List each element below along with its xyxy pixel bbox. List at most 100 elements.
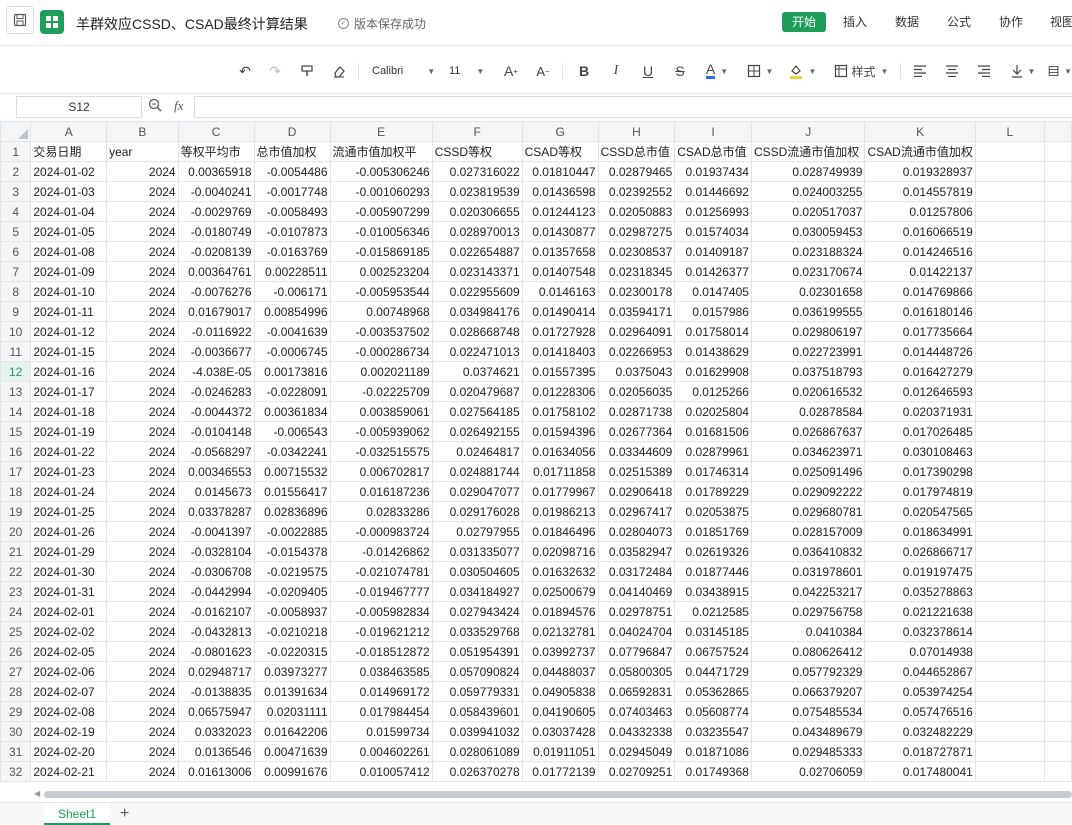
cell[interactable]: -0.0022885 xyxy=(253,521,331,542)
cell[interactable]: 0.07796847 xyxy=(597,641,676,662)
column-header-l[interactable]: L xyxy=(974,121,1045,142)
row-header[interactable]: 1 xyxy=(0,141,32,162)
cell[interactable]: 0.01438629 xyxy=(674,341,752,362)
cell[interactable]: 0.01711858 xyxy=(521,461,599,482)
row-header[interactable]: 2 xyxy=(0,161,32,182)
cell[interactable]: 0.030504605 xyxy=(431,561,523,582)
cell[interactable]: 0.02619326 xyxy=(674,541,752,562)
cell[interactable]: 0.01772139 xyxy=(521,761,599,782)
cell[interactable]: 0.03235547 xyxy=(674,721,752,742)
cell[interactable]: 2024-01-23 xyxy=(30,461,108,482)
cell[interactable]: -0.0041639 xyxy=(253,321,331,342)
cell[interactable] xyxy=(1043,521,1072,542)
cell[interactable] xyxy=(1043,661,1072,682)
cell[interactable] xyxy=(974,261,1045,282)
cell[interactable]: 0.01894576 xyxy=(521,601,599,622)
cell[interactable]: 0.014769866 xyxy=(864,281,976,302)
cell[interactable]: 2024-01-10 xyxy=(30,281,108,302)
cell[interactable] xyxy=(1043,201,1072,222)
cell[interactable]: 0.029756758 xyxy=(750,601,866,622)
cell[interactable]: 0.028749939 xyxy=(750,161,866,182)
cell[interactable]: 0.01446692 xyxy=(674,181,752,202)
cell[interactable]: 0.02836896 xyxy=(253,501,331,522)
name-box[interactable]: S12 xyxy=(16,96,142,118)
cell[interactable]: 0.01810447 xyxy=(521,161,599,182)
cell[interactable]: 0.01642206 xyxy=(253,721,331,742)
column-header-g[interactable]: G xyxy=(521,121,599,142)
cell[interactable]: 0.01746314 xyxy=(674,461,752,482)
cell[interactable]: 0.01727928 xyxy=(521,321,599,342)
cell[interactable]: 0.059779331 xyxy=(431,681,523,702)
cell[interactable]: 2024-01-11 xyxy=(30,301,108,322)
zoom-search-icon[interactable] xyxy=(148,98,162,115)
cell[interactable]: 0.04190605 xyxy=(521,701,599,722)
cell[interactable]: 0.01418403 xyxy=(521,341,599,362)
cell[interactable]: 0.02025804 xyxy=(674,401,752,422)
scroll-left-icon[interactable]: ◀ xyxy=(34,789,40,798)
cell[interactable]: -0.018512872 xyxy=(329,641,433,662)
menu-data[interactable]: 数据 xyxy=(895,12,919,32)
cell[interactable]: 0.01257806 xyxy=(864,201,976,222)
eraser-icon[interactable] xyxy=(330,62,348,80)
row-header[interactable]: 20 xyxy=(0,521,32,542)
cell[interactable] xyxy=(974,361,1045,382)
cell[interactable]: 0.02308537 xyxy=(597,241,676,262)
cell[interactable]: -0.0209405 xyxy=(253,581,331,602)
cell[interactable]: 0.05362865 xyxy=(674,681,752,702)
cell[interactable]: 0.022955609 xyxy=(431,281,523,302)
cell[interactable] xyxy=(1043,561,1072,582)
cell[interactable]: 2024 xyxy=(106,221,179,242)
italic-icon[interactable]: I xyxy=(608,62,624,80)
cell[interactable]: 0.029047077 xyxy=(431,481,523,502)
cell[interactable]: -0.010056346 xyxy=(329,221,433,242)
cell[interactable]: 2024 xyxy=(106,161,179,182)
font-color-icon[interactable]: A ▼ xyxy=(702,62,732,80)
cell[interactable]: year xyxy=(106,141,179,162)
cell[interactable]: 2024 xyxy=(106,521,179,542)
cell[interactable]: 0.01409187 xyxy=(674,241,752,262)
menu-collaborate[interactable]: 协作 xyxy=(999,12,1023,32)
cell[interactable]: 2024 xyxy=(106,721,179,742)
cell[interactable]: 0.039941032 xyxy=(431,721,523,742)
cell[interactable]: -0.0138835 xyxy=(177,681,255,702)
cell[interactable] xyxy=(1043,421,1072,442)
cell[interactable]: 0.057090824 xyxy=(431,661,523,682)
cell[interactable]: 0.0410384 xyxy=(750,621,866,642)
cell[interactable]: 0.014448726 xyxy=(864,341,976,362)
row-header[interactable]: 27 xyxy=(0,661,32,682)
cell[interactable]: 0.06757524 xyxy=(674,641,752,662)
cell[interactable]: -0.005306246 xyxy=(329,161,433,182)
cell[interactable]: CSAD等权 xyxy=(521,141,599,162)
cell[interactable]: 0.026866717 xyxy=(864,541,976,562)
cell-style-button[interactable]: 样式 ▼ xyxy=(832,62,890,80)
cell[interactable]: 2024-01-05 xyxy=(30,221,108,242)
format-painter-icon[interactable] xyxy=(298,62,316,80)
cell[interactable]: -0.0154378 xyxy=(253,541,331,562)
cell[interactable]: 0.06575947 xyxy=(177,701,255,722)
sheet-tab-sheet1[interactable]: Sheet1 xyxy=(44,803,110,825)
cell[interactable] xyxy=(974,541,1045,562)
cell[interactable]: 0.02906418 xyxy=(597,481,676,502)
cell[interactable]: 0.02945049 xyxy=(597,741,676,762)
cell[interactable]: 2024-01-02 xyxy=(30,161,108,182)
cell[interactable]: 0.02879465 xyxy=(597,161,676,182)
cell[interactable]: 0.075485534 xyxy=(750,701,866,722)
cell[interactable]: 0.057792329 xyxy=(750,661,866,682)
cell[interactable]: 0.00365918 xyxy=(177,161,255,182)
menu-view[interactable]: 视图 xyxy=(1050,12,1072,32)
cell[interactable]: 0.01426377 xyxy=(674,261,752,282)
cell[interactable]: 0.04488037 xyxy=(521,661,599,682)
align-center-icon[interactable] xyxy=(944,62,960,80)
fx-icon[interactable]: fx xyxy=(174,98,183,114)
cell[interactable]: 0.01911051 xyxy=(521,741,599,762)
cell[interactable]: 2024-02-02 xyxy=(30,621,108,642)
cell[interactable]: 0.032482229 xyxy=(864,721,976,742)
cell[interactable]: 0.06592831 xyxy=(597,681,676,702)
cell[interactable]: 0.020371931 xyxy=(864,401,976,422)
cell[interactable]: 0.010057412 xyxy=(329,761,433,782)
cell[interactable]: 0.02464817 xyxy=(431,441,523,462)
cell[interactable]: 2024-01-17 xyxy=(30,381,108,402)
borders-icon[interactable]: ▼ xyxy=(744,62,776,80)
cell[interactable]: 0.02053875 xyxy=(674,501,752,522)
row-header[interactable]: 5 xyxy=(0,221,32,242)
